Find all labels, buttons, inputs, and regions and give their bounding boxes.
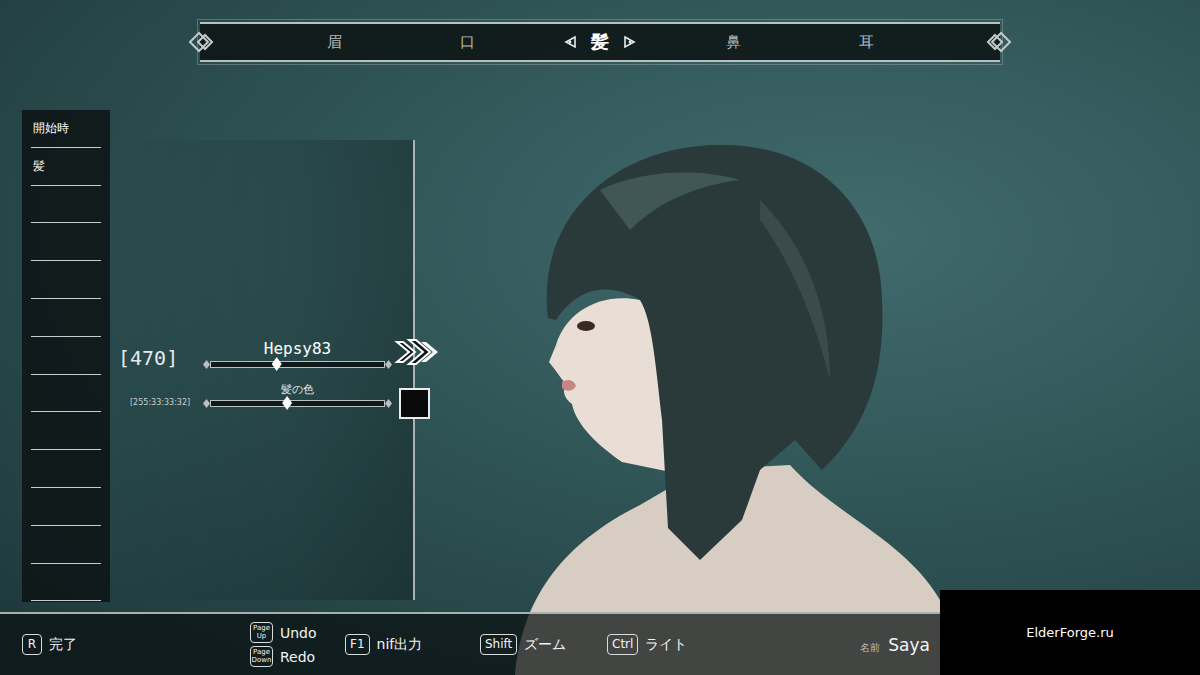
- control-label: 完了: [49, 636, 77, 654]
- control-hint[interactable]: Shift ズーム: [480, 634, 607, 655]
- slider-track[interactable]: [210, 361, 385, 368]
- category-tab[interactable]: 鼻: [667, 33, 800, 52]
- track-cap: [385, 399, 392, 408]
- sidebar-blank-row: [31, 412, 101, 450]
- category-tabs: 眉口髪鼻耳: [268, 30, 933, 54]
- sidebar-blank-row: [31, 526, 101, 564]
- sidebar-item[interactable]: 髪: [31, 148, 101, 186]
- slider-thumb[interactable]: [282, 396, 292, 410]
- slider: Hepsy83: [210, 339, 385, 368]
- control-hint[interactable]: Page Down Redo: [250, 646, 345, 667]
- control-stack: Page Up Undo Page Down Redo: [250, 622, 345, 667]
- category-tab[interactable]: 耳: [800, 33, 933, 52]
- control-label: nif出力: [377, 636, 423, 654]
- watermark: ElderForge.ru: [940, 590, 1200, 675]
- previous-category-icon[interactable]: [563, 35, 577, 49]
- name-value: Saya: [888, 635, 930, 655]
- key-cap: Page Down: [250, 646, 273, 667]
- sidebar-blank-row: [31, 337, 101, 375]
- next-arrow-icon[interactable]: [393, 336, 441, 368]
- slider-track[interactable]: [210, 400, 385, 407]
- bar-ornament-icon: [186, 27, 216, 57]
- color-swatch[interactable]: [399, 388, 430, 419]
- option-count: [470]: [118, 348, 210, 368]
- main-area: 開始時髪 [470] Hepsy83 [255:33:33:32] 髪の色: [0, 62, 1200, 612]
- character-name: 名前 Saya: [860, 635, 930, 655]
- control-label: ズーム: [524, 636, 566, 654]
- key-cap: Page Up: [250, 622, 273, 643]
- slider-row: [255:33:33:32] 髪の色: [118, 382, 413, 407]
- next-category-icon[interactable]: [623, 35, 637, 49]
- slider-label: 髪の色: [281, 382, 314, 397]
- key-cap: F1: [345, 634, 370, 655]
- sidebar-blank-row: [31, 564, 101, 602]
- sidebar-blank-row: [31, 299, 101, 337]
- control-hint[interactable]: Ctrl ライト: [607, 634, 860, 655]
- category-tab[interactable]: 眉: [268, 33, 401, 52]
- slider: 髪の色: [210, 382, 385, 407]
- control-label: ライト: [645, 636, 687, 654]
- track-cap: [385, 360, 392, 369]
- slider-thumb[interactable]: [272, 357, 282, 371]
- sidebar-blank-row: [31, 375, 101, 413]
- key-cap: R: [22, 634, 42, 655]
- sidebar-blank-row: [31, 450, 101, 488]
- bar-ornament-icon: [984, 27, 1014, 57]
- sidebar-blank-row: [31, 223, 101, 261]
- slider-side: [385, 336, 441, 368]
- slider-row: [470] Hepsy83: [118, 336, 413, 368]
- category-tab[interactable]: 髪: [534, 30, 667, 54]
- control-hint[interactable]: Page Up Undo: [250, 622, 345, 643]
- sidebar-item[interactable]: 開始時: [31, 110, 101, 148]
- race-menu-screen: 眉口髪鼻耳開始時髪[470]Hepsy83[255:33:33:32]髪の色R完…: [0, 0, 1200, 675]
- category-bar: 眉口髪鼻耳: [200, 22, 1000, 62]
- key-cap: Shift: [480, 634, 517, 655]
- control-label: Undo: [280, 625, 317, 641]
- slider-label: Hepsy83: [264, 339, 331, 358]
- sidebar-blank-row: [31, 261, 101, 299]
- control-hint[interactable]: R 完了: [22, 634, 250, 655]
- sidebar-blank-row: [31, 488, 101, 526]
- control-hint[interactable]: F1 nif出力: [345, 634, 480, 655]
- sidebar-blank-row: [31, 186, 101, 224]
- key-cap: Ctrl: [607, 634, 638, 655]
- sidebar: 開始時髪: [22, 110, 110, 602]
- name-label: 名前: [860, 641, 880, 655]
- slider-panel: [470] Hepsy83 [255:33:33:32] 髪の色: [110, 140, 415, 600]
- track-cap: [203, 360, 210, 369]
- top-area: 眉口髪鼻耳: [0, 0, 1200, 62]
- category-tab[interactable]: 口: [401, 33, 534, 52]
- slider-side: [385, 388, 441, 407]
- control-label: Redo: [280, 649, 315, 665]
- color-reading: [255:33:33:32]: [118, 398, 210, 407]
- track-cap: [203, 399, 210, 408]
- editor-ui: 眉口髪鼻耳開始時髪[470]Hepsy83[255:33:33:32]髪の色R完…: [0, 0, 1200, 675]
